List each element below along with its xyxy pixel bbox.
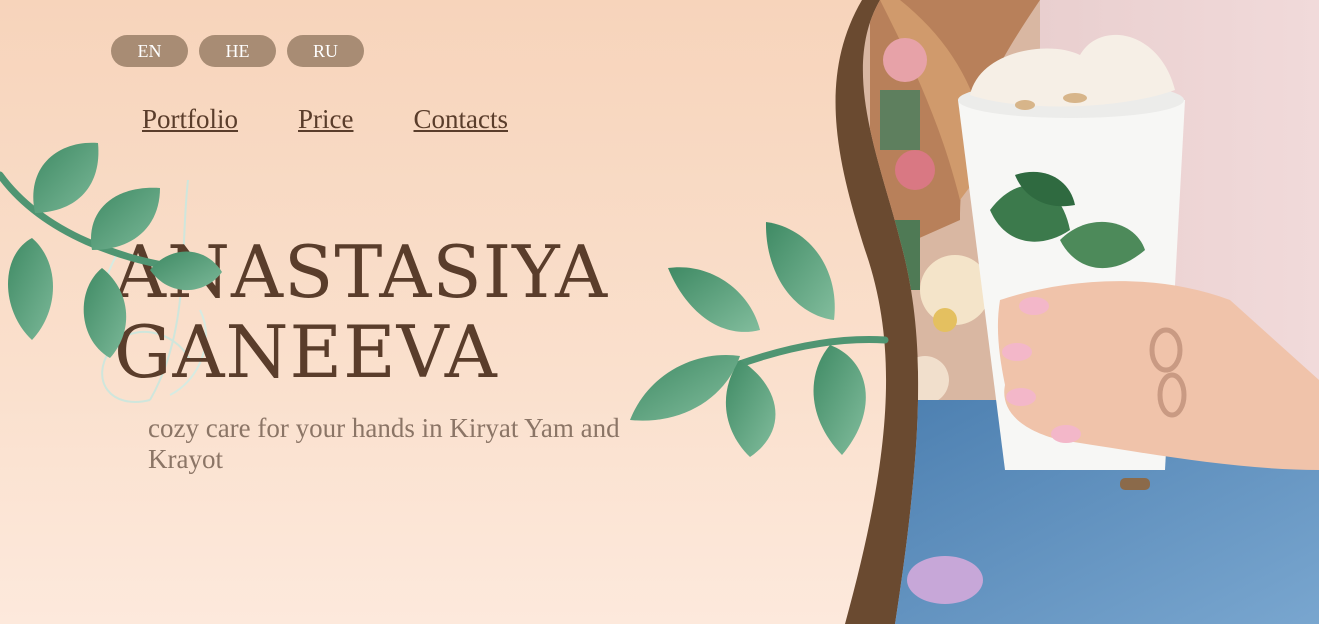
hero-photo [835, 0, 1319, 624]
